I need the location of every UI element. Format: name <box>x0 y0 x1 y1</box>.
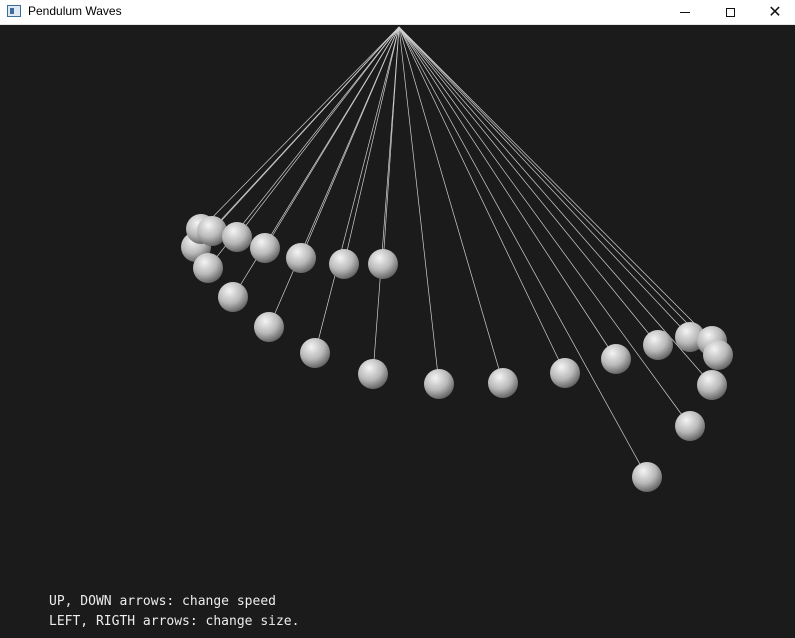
pendulum-ball <box>286 243 316 273</box>
window-title-bar[interactable]: Pendulum Waves ✕ <box>0 0 795 25</box>
pendulum-ball <box>300 338 330 368</box>
pendulum-ball <box>697 370 727 400</box>
pendulum-ball <box>703 340 733 370</box>
window-title: Pendulum Waves <box>28 4 122 18</box>
maximize-icon <box>725 7 735 17</box>
pendulum-string <box>211 26 400 232</box>
instruction-speed: UP, DOWN arrows: change speed <box>49 594 276 609</box>
maximize-button[interactable] <box>707 0 753 24</box>
pendulum-balls <box>181 214 733 492</box>
pendulum-ball <box>358 359 388 389</box>
pendulum-ball <box>675 411 705 441</box>
pendulum-string <box>314 26 400 354</box>
pendulum-string <box>398 26 713 386</box>
minimize-button[interactable] <box>662 0 708 24</box>
app-window-icon <box>7 5 21 17</box>
pendulum-ball <box>643 330 673 360</box>
pendulum-ball <box>488 368 518 398</box>
pendulum-string <box>398 26 691 427</box>
pendulum-ball <box>550 358 580 388</box>
pendulum-ball <box>193 253 223 283</box>
close-icon: ✕ <box>768 2 782 21</box>
pendulum-ball <box>218 282 248 312</box>
pendulum-ball <box>632 462 662 492</box>
close-button[interactable]: ✕ <box>752 0 795 24</box>
pendulum-string <box>200 26 400 230</box>
pendulum-ball <box>250 233 280 263</box>
pendulum-ball <box>254 312 284 342</box>
pendulum-ball <box>222 222 252 252</box>
pendulum-ball <box>601 344 631 374</box>
instruction-size: LEFT, RIGTH arrows: change size. <box>49 614 300 629</box>
pendulum-string <box>268 26 400 328</box>
minimize-icon <box>680 11 690 13</box>
pendulum-ball <box>424 369 454 399</box>
pendulum-ball <box>197 216 227 246</box>
pendulum-string <box>398 26 440 385</box>
pendulum-string <box>398 26 713 342</box>
pendulum-canvas <box>181 26 733 492</box>
pendulum-string <box>264 26 400 249</box>
pendulum-ball <box>368 249 398 279</box>
pendulum-string <box>398 26 617 360</box>
pendulum-ball <box>329 249 359 279</box>
